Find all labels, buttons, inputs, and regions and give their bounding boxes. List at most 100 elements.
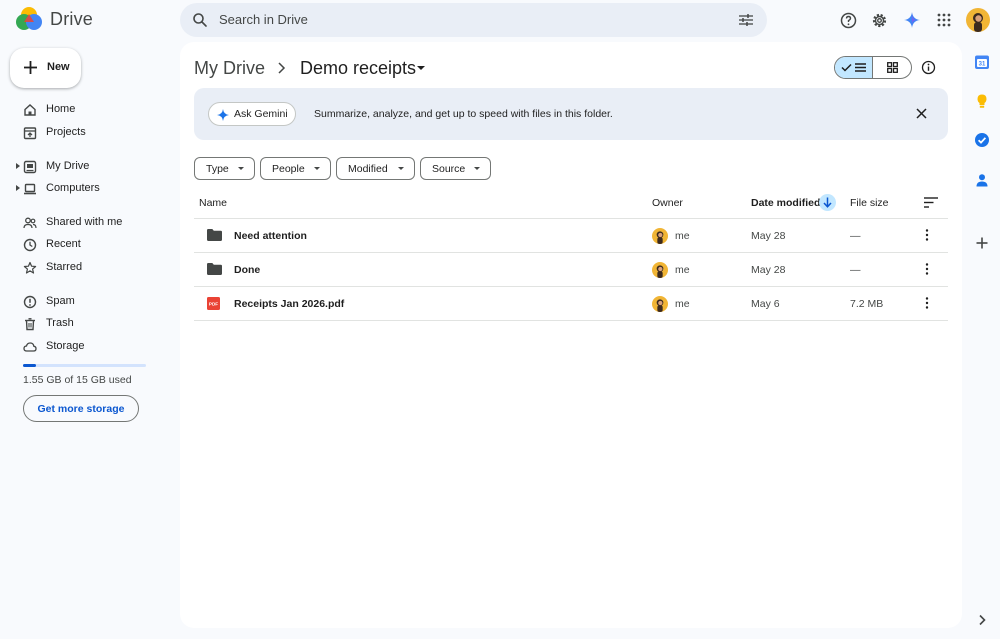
my-drive-icon — [23, 160, 37, 174]
sidebar-item-starred[interactable]: Starred — [0, 257, 170, 279]
grid-view-button[interactable] — [873, 57, 911, 78]
arrow-down-icon — [823, 197, 832, 208]
gemini-banner: Ask Gemini Summarize, analyze, and get u… — [194, 88, 948, 140]
sidebar-item-computers[interactable]: Computers — [0, 178, 170, 200]
filter-label: Type — [206, 163, 229, 175]
search-bar[interactable]: Search in Drive — [180, 3, 767, 37]
column-header-date-modified[interactable]: Date modified — [751, 197, 820, 209]
chevron-right-icon[interactable] — [974, 612, 990, 628]
search-options-icon[interactable] — [738, 13, 754, 27]
list-view-icon — [855, 63, 866, 72]
get-more-storage-button[interactable]: Get more storage — [23, 395, 139, 422]
folder-menu-dropdown-icon[interactable] — [417, 66, 425, 70]
view-toggle[interactable] — [834, 56, 912, 79]
account-avatar[interactable] — [966, 8, 990, 32]
tasks-icon[interactable] — [974, 132, 990, 148]
storage-usage-fill — [23, 364, 36, 367]
ask-gemini-button[interactable]: Ask Gemini — [208, 102, 296, 126]
gemini-star-icon — [217, 109, 229, 121]
sidebar-item-label: Storage — [46, 340, 85, 352]
star-icon — [23, 261, 37, 274]
cloud-icon — [23, 342, 37, 352]
gemini-icon[interactable] — [902, 10, 922, 30]
drive-logo[interactable]: Drive — [16, 7, 93, 31]
calendar-icon[interactable]: 31 — [974, 54, 990, 70]
file-name[interactable]: Receipts Jan 2026.pdf — [234, 298, 344, 310]
column-header-name[interactable]: Name — [199, 197, 227, 209]
table-row[interactable]: PDF Receipts Jan 2026.pdf me May 6 7.2 M… — [194, 287, 948, 320]
file-date-modified: May 28 — [751, 230, 786, 242]
clock-icon — [23, 238, 37, 252]
contacts-icon[interactable] — [974, 172, 990, 188]
sidebar-item-label: Projects — [46, 126, 86, 138]
column-header-file-size[interactable]: File size — [850, 197, 889, 209]
search-input[interactable]: Search in Drive — [219, 12, 308, 27]
caret-down-icon — [314, 167, 320, 170]
caret-down-icon — [474, 167, 480, 170]
sidebar-item-recent[interactable]: Recent — [0, 234, 170, 256]
file-owner: me — [675, 230, 690, 242]
breadcrumb-my-drive[interactable]: My Drive — [194, 58, 265, 79]
table-row[interactable]: Need attention me May 28 — — [194, 219, 948, 252]
owner-avatar — [652, 262, 668, 278]
projects-icon — [23, 127, 37, 140]
keep-icon[interactable] — [974, 93, 990, 109]
help-icon[interactable] — [838, 10, 858, 30]
sidebar-item-label: My Drive — [46, 160, 90, 172]
file-name[interactable]: Need attention — [234, 230, 307, 242]
filter-modified[interactable]: Modified — [336, 157, 415, 180]
file-name[interactable]: Done — [234, 264, 260, 276]
home-icon — [24, 104, 36, 116]
file-owner: me — [675, 264, 690, 276]
more-actions-icon[interactable] — [925, 229, 929, 241]
sort-options-icon[interactable] — [924, 197, 938, 208]
filter-source[interactable]: Source — [420, 157, 491, 180]
apps-grid-icon[interactable] — [934, 10, 954, 30]
file-owner: me — [675, 298, 690, 310]
calendar-day: 31 — [979, 62, 986, 68]
sidebar-item-label: Starred — [46, 261, 83, 273]
sidebar-item-my-drive[interactable]: My Drive — [0, 156, 170, 178]
spam-icon — [23, 295, 37, 309]
pdf-badge-text: PDF — [209, 302, 218, 307]
new-button-label: New — [47, 61, 70, 73]
column-header-owner[interactable]: Owner — [652, 197, 683, 209]
file-size: 7.2 MB — [850, 298, 884, 310]
more-actions-icon[interactable] — [925, 297, 929, 309]
file-date-modified: May 28 — [751, 264, 786, 276]
search-icon[interactable] — [192, 12, 208, 28]
sidebar-item-label: Shared with me — [46, 216, 123, 228]
sidebar-item-storage[interactable]: Storage — [0, 336, 170, 358]
table-row[interactable]: Done me May 28 — — [194, 253, 948, 286]
expand-caret-icon[interactable] — [16, 185, 20, 191]
expand-caret-icon[interactable] — [16, 163, 20, 169]
folder-icon — [207, 263, 222, 275]
more-actions-icon[interactable] — [925, 263, 929, 275]
sort-direction-button[interactable] — [819, 194, 836, 211]
info-icon[interactable] — [921, 60, 936, 75]
close-icon[interactable] — [916, 108, 927, 119]
folder-icon — [207, 229, 222, 241]
sidebar-item-spam[interactable]: Spam — [0, 291, 170, 313]
main-panel: My Drive Demo receipts Ask Gemini Summar… — [180, 42, 962, 628]
sidebar-item-home[interactable]: Home — [0, 99, 170, 121]
file-date-modified: May 6 — [751, 298, 780, 310]
owner-avatar — [652, 228, 668, 244]
add-addon-icon[interactable] — [974, 235, 990, 251]
breadcrumb-current-folder[interactable]: Demo receipts — [300, 58, 416, 79]
filter-people[interactable]: People — [260, 157, 331, 180]
filter-label: Source — [432, 163, 466, 175]
check-icon — [841, 63, 852, 72]
computers-icon — [24, 183, 36, 195]
storage-usage-text: 1.55 GB of 15 GB used — [23, 374, 132, 386]
sidebar-item-trash[interactable]: Trash — [0, 313, 170, 335]
sidebar-item-projects[interactable]: Projects — [0, 122, 170, 144]
filter-type[interactable]: Type — [194, 157, 255, 180]
sidebar-item-label: Trash — [46, 317, 74, 329]
list-view-button[interactable] — [835, 57, 874, 78]
new-button[interactable]: New — [10, 48, 81, 88]
sidebar-item-shared-with-me[interactable]: Shared with me — [0, 212, 170, 234]
file-size: — — [850, 264, 861, 276]
table-divider — [194, 320, 948, 321]
settings-gear-icon[interactable] — [869, 10, 889, 30]
